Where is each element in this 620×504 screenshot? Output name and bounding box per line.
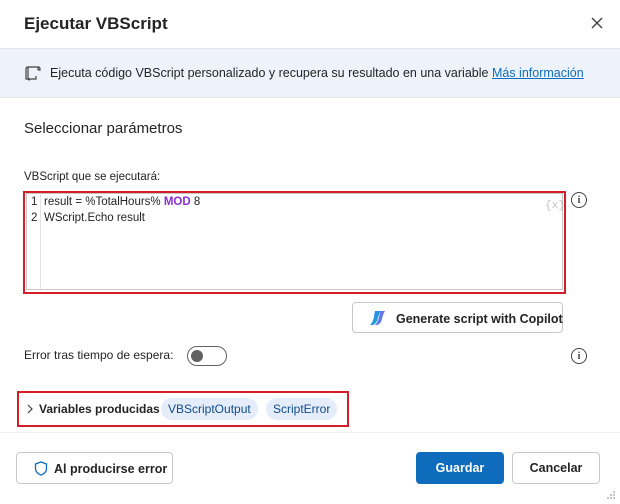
info-description: Ejecuta código VBScript personalizado y … xyxy=(50,66,489,80)
info-bar: Ejecuta código VBScript personalizado y … xyxy=(0,48,620,98)
run-vbscript-dialog: Ejecutar VBScript Ejecuta código VBScrip… xyxy=(0,0,620,504)
on-error-button[interactable]: Al producirse error xyxy=(16,452,173,484)
toggle-knob xyxy=(191,350,203,362)
highlight-frame xyxy=(23,191,566,294)
chevron-right-icon[interactable] xyxy=(26,404,34,414)
shield-icon xyxy=(34,461,48,476)
script-icon xyxy=(25,66,41,81)
resize-grip-icon[interactable] xyxy=(606,490,616,500)
info-icon[interactable]: i xyxy=(571,348,587,364)
dialog-header: Ejecutar VBScript xyxy=(0,0,620,48)
learn-more-link[interactable]: Más información xyxy=(492,66,584,80)
copilot-icon xyxy=(370,311,385,325)
close-button[interactable] xyxy=(584,10,610,36)
timeout-toggle[interactable] xyxy=(187,346,227,366)
generate-copilot-button[interactable]: Generate script with Copilot xyxy=(352,302,563,333)
on-error-label: Al producirse error xyxy=(54,462,168,476)
info-text: Ejecuta código VBScript personalizado y … xyxy=(50,66,584,80)
section-title: Seleccionar parámetros xyxy=(24,120,183,137)
variable-pill[interactable]: ScriptError xyxy=(266,398,338,420)
close-icon xyxy=(591,17,603,29)
footer-divider xyxy=(0,432,620,433)
copilot-button-label: Generate script with Copilot xyxy=(396,312,563,326)
dialog-title: Ejecutar VBScript xyxy=(24,14,168,33)
save-button[interactable]: Guardar xyxy=(416,452,504,484)
produced-variables-label[interactable]: Variables producidas xyxy=(39,402,160,416)
info-icon[interactable]: i xyxy=(571,192,587,208)
cancel-button[interactable]: Cancelar xyxy=(512,452,600,484)
variable-pill[interactable]: VBScriptOutput xyxy=(161,398,258,420)
timeout-label: Error tras tiempo de espera: xyxy=(24,348,174,362)
script-field-label: VBScript que se ejecutará: xyxy=(24,171,161,183)
